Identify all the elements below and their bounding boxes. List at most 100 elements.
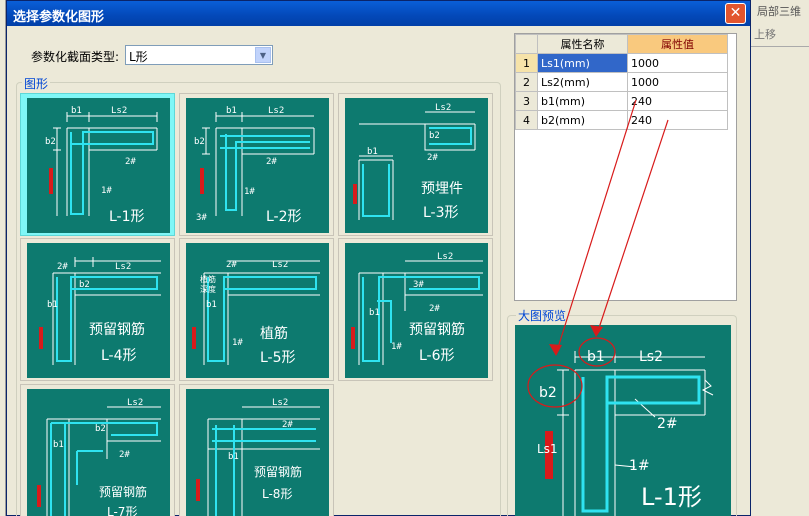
properties-grid: 属性名称 属性值 1 Ls1(mm) 1000 2 Ls2(mm) 1000 3… [514, 33, 737, 301]
property-value[interactable]: 240 [627, 91, 728, 111]
property-value[interactable]: 1000 [627, 53, 728, 73]
table-row[interactable]: 3 b1(mm) 240 [515, 91, 728, 111]
shape-thumbnail: Ls2 b1 b2 2# 预埋件 L-3形 [345, 98, 488, 233]
shape-thumbnail: b1 Ls2 b2 2# 1# L-1形 [27, 98, 170, 233]
svg-text:Ls2: Ls2 [435, 103, 451, 113]
preview-label-ls1: Ls1 [537, 442, 558, 456]
svg-text:2#: 2# [282, 420, 293, 430]
svg-text:2#: 2# [226, 260, 237, 270]
properties-header-row: 属性名称 属性值 [515, 34, 728, 54]
table-row[interactable]: 2 Ls2(mm) 1000 [515, 72, 728, 92]
svg-text:Ls2: Ls2 [115, 262, 131, 272]
svg-text:b1: b1 [228, 452, 239, 462]
preview-label-ls2: Ls2 [639, 349, 663, 365]
shape-thumbnail: 2# Ls2 b1 1# 植筋 深度 植筋 L-5形 [186, 243, 329, 378]
shape-subtitle: 预留钢筋 [409, 322, 465, 338]
svg-text:b2: b2 [194, 137, 205, 147]
shape-subtitle: 预留钢筋 [99, 485, 148, 499]
properties-table: 属性名称 属性值 1 Ls1(mm) 1000 2 Ls2(mm) 1000 3… [515, 34, 728, 130]
chevron-down-icon[interactable]: ▼ [255, 47, 271, 63]
svg-text:b2: b2 [79, 280, 90, 290]
preview-group-label: 大图预览 [516, 307, 569, 324]
background-label-move-up: 上移 [754, 28, 776, 41]
shape-thumbnail: b1 Ls2 b2 2# 1# 3# L-2形 [186, 98, 329, 233]
row-number: 1 [515, 53, 538, 73]
row-number: 4 [515, 110, 538, 130]
shape-name: L-4形 [101, 348, 137, 364]
section-type-label: 参数化截面类型: [31, 50, 120, 64]
shape-tile-l2[interactable]: b1 Ls2 b2 2# 1# 3# L-2形 [179, 93, 334, 236]
background-label-3d: 局部三维 [757, 5, 801, 18]
embed-depth-note: 植筋 深度 [200, 275, 216, 294]
shape-tile-l1[interactable]: b1 Ls2 b2 2# 1# L-1形 [20, 93, 175, 236]
svg-text:b2: b2 [45, 137, 56, 147]
preview-image: b1 Ls2 b2 Ls1 2# 1# L-1形 [515, 325, 731, 516]
column-header[interactable]: 属性值 [627, 34, 728, 54]
property-value[interactable]: 1000 [627, 72, 728, 92]
property-name: b1(mm) [537, 91, 628, 111]
svg-text:b1: b1 [206, 300, 217, 310]
svg-text:Ls2: Ls2 [111, 106, 127, 116]
svg-text:Ls2: Ls2 [437, 252, 453, 262]
preview-label-bar1: 1# [629, 458, 650, 474]
svg-text:Ls2: Ls2 [272, 260, 288, 270]
shape-thumbnail: Ls2 2# b1 预留钢筋 L-8形 [186, 389, 329, 516]
svg-text:b1: b1 [71, 106, 82, 116]
shape-tile-l7[interactable]: Ls2 b2 b1 2# 预留钢筋 L-7形 [20, 384, 175, 516]
l2-shape-drawing: b1 Ls2 b2 2# 1# 3# [194, 106, 315, 223]
property-name: Ls2(mm) [537, 72, 628, 92]
l4-shape-drawing: 2# Ls2 b1 b2 [39, 257, 161, 365]
l5-shape-drawing: 2# Ls2 b1 1# [192, 260, 320, 365]
property-value[interactable]: 240 [627, 110, 728, 130]
svg-text:b2: b2 [429, 131, 440, 141]
section-type-select[interactable]: L形 ▼ [125, 45, 273, 65]
table-row[interactable]: 1 Ls1(mm) 1000 [515, 53, 728, 73]
shape-name: L-1形 [109, 209, 145, 225]
column-header[interactable]: 属性名称 [537, 34, 628, 54]
svg-text:1#: 1# [232, 338, 243, 348]
dialog-title: 选择参数化图形 [13, 10, 105, 25]
svg-text:2#: 2# [57, 262, 68, 272]
property-name: b2(mm) [537, 110, 628, 130]
shape-thumbnail: Ls2 b2 b1 2# 预留钢筋 L-7形 [27, 389, 170, 516]
table-row[interactable]: 4 b2(mm) 240 [515, 110, 728, 130]
shape-tile-l5[interactable]: 2# Ls2 b1 1# 植筋 深度 植筋 L-5形 [179, 238, 334, 381]
svg-text:b1: b1 [53, 440, 64, 450]
shape-tile-l3[interactable]: Ls2 b1 b2 2# 预埋件 L-3形 [338, 93, 493, 236]
background-divider [751, 46, 809, 47]
svg-text:2#: 2# [429, 304, 440, 314]
l1-shape-drawing: b1 Ls2 b2 2# 1# [45, 106, 158, 216]
preview-label-b1: b1 [587, 349, 605, 365]
shapes-group-label: 图形 [22, 75, 51, 92]
background-app-toolbar: 局部三维 上移 [751, 0, 809, 516]
shape-subtitle: 植筋 [260, 326, 288, 342]
svg-text:b1: b1 [226, 106, 237, 116]
close-button[interactable]: ✕ [725, 3, 746, 24]
row-number: 3 [515, 91, 538, 111]
row-number-header [515, 34, 538, 54]
shape-tile-l8[interactable]: Ls2 2# b1 预留钢筋 L-8形 [179, 384, 334, 516]
svg-text:2#: 2# [427, 153, 438, 163]
property-name: Ls1(mm) [537, 53, 628, 73]
shape-thumbnail: 2# Ls2 b1 b2 预留钢筋 L-4形 [27, 243, 170, 378]
shape-tile-l4[interactable]: 2# Ls2 b1 b2 预留钢筋 L-4形 [20, 238, 175, 381]
shape-subtitle: 预留钢筋 [89, 322, 145, 338]
svg-text:Ls2: Ls2 [127, 398, 143, 408]
shape-name: L-5形 [260, 350, 296, 366]
l6-shape-drawing: Ls2 3# 2# b1 1# [351, 252, 483, 365]
preview-drawing: b1 Ls2 b2 Ls1 2# 1# L-1形 [537, 349, 714, 516]
preview-label-bar2: 2# [657, 416, 678, 432]
l8-shape-drawing: Ls2 2# b1 [196, 398, 320, 516]
svg-text:2#: 2# [119, 450, 130, 460]
svg-text:Ls2: Ls2 [268, 106, 284, 116]
row-number: 2 [515, 72, 538, 92]
l3-shape-drawing: Ls2 b1 b2 2# [353, 103, 476, 220]
shape-tile-l6[interactable]: Ls2 3# 2# b1 1# 预留钢筋 L-6形 [338, 238, 493, 381]
shape-name: L-3形 [423, 205, 459, 221]
svg-text:2#: 2# [125, 157, 136, 167]
svg-text:3#: 3# [413, 280, 424, 290]
svg-text:2#: 2# [266, 157, 277, 167]
svg-text:1#: 1# [244, 187, 255, 197]
shape-name: L-7形 [107, 505, 138, 516]
svg-text:1#: 1# [391, 342, 402, 352]
